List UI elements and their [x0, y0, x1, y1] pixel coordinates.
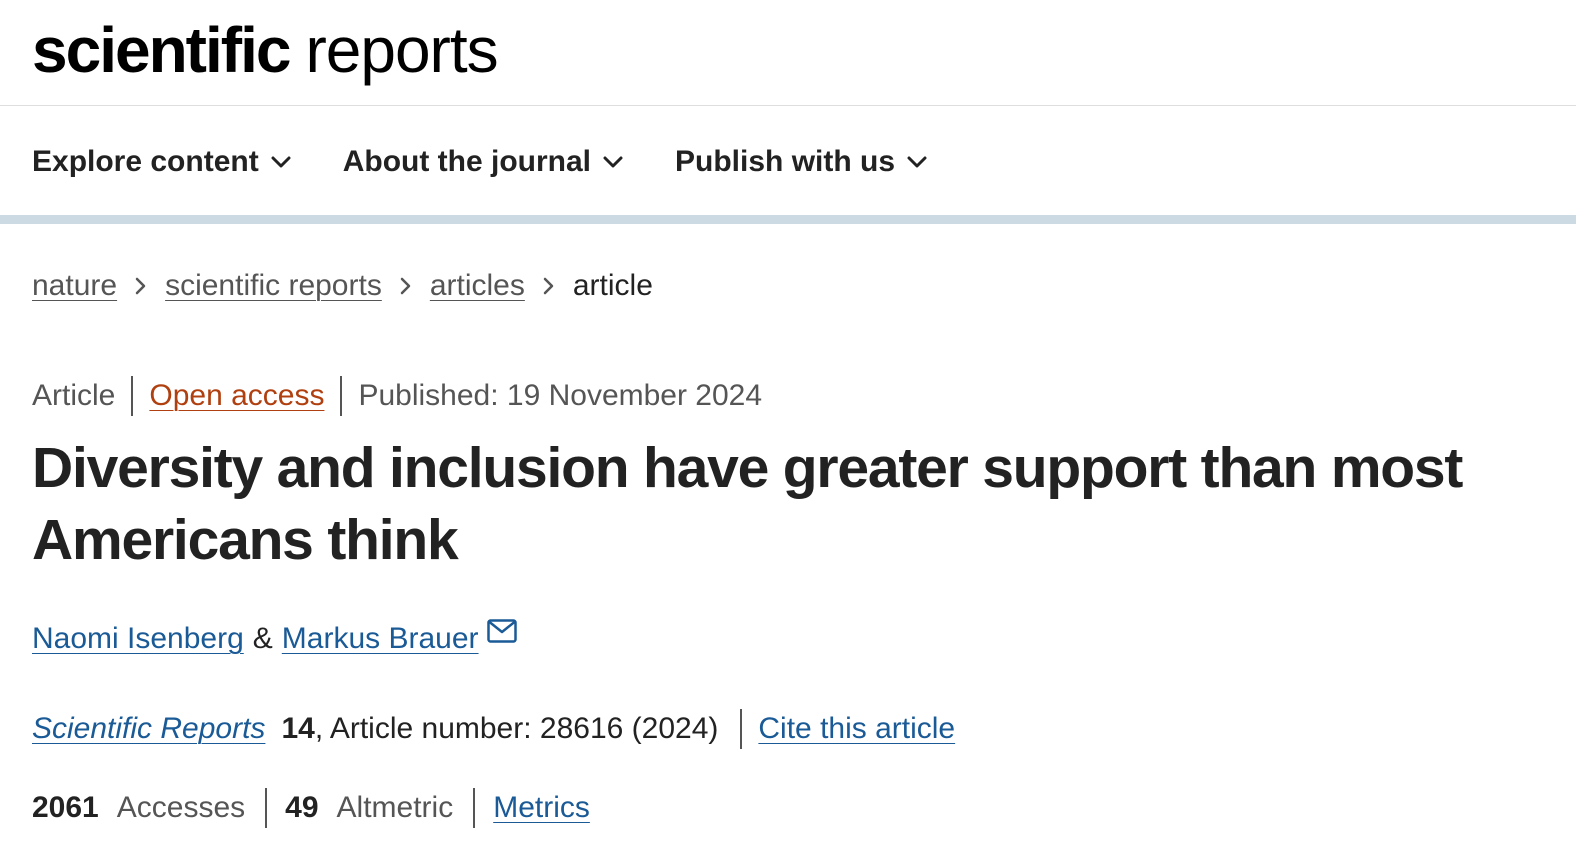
nav-publish-with-us-label: Publish with us	[675, 145, 896, 178]
nav-divider	[0, 215, 1576, 224]
breadcrumb: nature scientific reports articles artic…	[32, 264, 653, 308]
logo-light-text: reports	[305, 14, 498, 86]
author-separator: &	[252, 622, 273, 655]
author-list: Naomi Isenberg & Markus Brauer	[32, 617, 517, 661]
nav-publish-with-us[interactable]: Publish with us	[675, 145, 927, 179]
metrics-link[interactable]: Metrics	[493, 791, 590, 825]
accesses-label: Accesses	[116, 791, 246, 824]
logo-bold-text: scientific	[32, 14, 291, 86]
nav-about-journal-label: About the journal	[342, 145, 592, 178]
chevron-down-icon	[907, 156, 927, 168]
accesses-count: 2061	[32, 791, 99, 824]
volume-number: 14	[281, 712, 315, 745]
nav-about-journal[interactable]: About the journal	[343, 145, 623, 179]
metrics-bar: 2061 Accesses 49 Altmetric Metrics	[32, 786, 590, 830]
chevron-right-icon	[400, 276, 412, 296]
mail-icon[interactable]	[486, 619, 517, 643]
chevron-right-icon	[135, 276, 147, 296]
breadcrumb-current: article	[572, 269, 653, 302]
breadcrumb-nature[interactable]: nature	[32, 269, 117, 303]
chevron-down-icon	[271, 156, 291, 168]
page: scientific reports Explore content About …	[0, 0, 1576, 848]
open-access-link[interactable]: Open access	[149, 379, 324, 413]
citation-line: Scientific Reports 14 , Article number: …	[32, 707, 955, 751]
breadcrumb-scientific-reports[interactable]: scientific reports	[165, 269, 382, 303]
article-meta: Article Open access Published: 19 Novemb…	[32, 374, 762, 418]
article-number: , Article number: 28616 (2024)	[314, 712, 719, 745]
altmetric-count: 49	[285, 791, 319, 824]
author-naomi-isenberg[interactable]: Naomi Isenberg	[32, 622, 244, 656]
citation-divider	[740, 709, 743, 749]
article-type: Article	[32, 379, 116, 412]
author-markus-brauer[interactable]: Markus Brauer	[282, 622, 479, 656]
meta-divider	[131, 376, 134, 416]
published-date: Published: 19 November 2024	[358, 379, 763, 412]
chevron-right-icon	[543, 276, 555, 296]
nav-explore-content-label: Explore content	[32, 145, 259, 178]
header-divider	[0, 105, 1576, 106]
cite-this-article-link[interactable]: Cite this article	[758, 712, 955, 746]
journal-link[interactable]: Scientific Reports	[32, 712, 265, 746]
breadcrumb-articles[interactable]: articles	[430, 269, 525, 303]
site-logo[interactable]: scientific reports	[32, 12, 499, 88]
article-title: Diversity and inclusion have greater sup…	[32, 436, 1463, 572]
metrics-divider	[265, 788, 268, 828]
meta-divider	[340, 376, 343, 416]
altmetric-label: Altmetric	[336, 791, 454, 824]
main-nav: Explore content About the journal Publis…	[32, 138, 979, 186]
chevron-down-icon	[603, 156, 623, 168]
nav-explore-content[interactable]: Explore content	[32, 145, 291, 179]
metrics-divider	[473, 788, 476, 828]
